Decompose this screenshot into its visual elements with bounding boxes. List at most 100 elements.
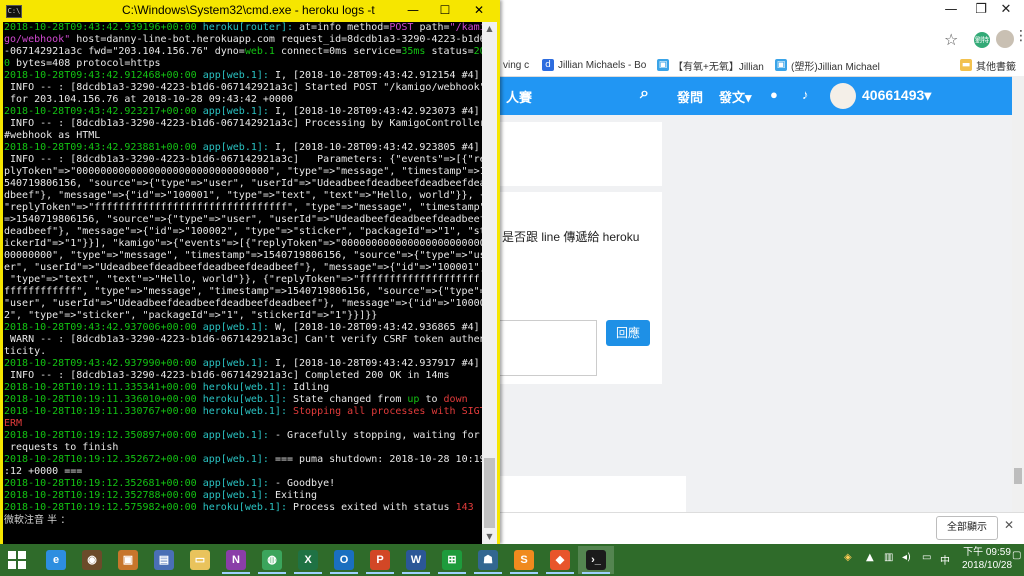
bookmark-item[interactable]: ▬ 其他書籤	[960, 57, 1016, 73]
windows-start-icon[interactable]	[8, 551, 26, 569]
taskbar-app[interactable]: e	[38, 546, 74, 574]
taskbar-app[interactable]: S	[506, 546, 542, 574]
nav-post[interactable]: 發文▾	[719, 87, 752, 106]
close-icon[interactable]: ✕	[988, 0, 1024, 22]
taskbar-app[interactable]: ⊞	[434, 546, 470, 574]
taskbar-app[interactable]: ◆	[542, 546, 578, 574]
minimize-icon[interactable]: —	[936, 0, 966, 22]
bookmark-item[interactable]: ▣ (塑形)Jillian Michael	[775, 57, 880, 73]
console-segment: Idling	[293, 382, 330, 393]
volume-icon[interactable]: ◂)	[902, 552, 911, 563]
cmd-titlebar[interactable]: C:\ C:\Windows\System32\cmd.exe - heroku…	[0, 0, 500, 22]
clock-date: 2018/10/28	[962, 560, 1013, 571]
cmd-window: C:\ C:\Windows\System32\cmd.exe - heroku…	[0, 0, 500, 544]
console-segment: W, [2018-10-28T09:43:42.936865 #4]	[274, 322, 480, 333]
page-scrollbar[interactable]	[1012, 76, 1024, 544]
ime-icon[interactable]: 中	[940, 552, 950, 567]
excel-icon: X	[298, 550, 318, 570]
console-line: 2018-10-28T09:43:42.937006+00:00 app[web…	[4, 322, 482, 334]
console-line: ERM	[4, 418, 482, 430]
chevron-up-icon[interactable]: ▲	[866, 552, 874, 563]
console-segment: - Gracefully stopping, waiting for	[274, 430, 480, 441]
taskbar-app[interactable]: ▣	[110, 546, 146, 574]
console-segment: path=	[413, 22, 450, 33]
console-segment: app[web.1]:	[202, 106, 275, 117]
notification-icon[interactable]: ◈	[844, 552, 852, 563]
bookmark-item[interactable]: ving c	[503, 57, 529, 73]
screen-tool-icon: ▤	[154, 550, 174, 570]
kebab-menu-icon[interactable]: ⋮	[1014, 28, 1024, 44]
close-icon[interactable]: ✕	[1004, 518, 1014, 532]
bookmark-label: (塑形)Jillian Michael	[791, 61, 880, 73]
bookmark-item[interactable]: ▣ 【有氧+无氧】Jillian	[657, 57, 764, 73]
taskbar-app[interactable]: ▤	[146, 546, 182, 574]
console-segment: 2018-10-28T10:19:12.350897+00:00	[4, 430, 203, 441]
console-segment: deadbeef"}, "message"=>{"id"=>"100002", …	[4, 226, 482, 237]
taskbar-app[interactable]: P	[362, 546, 398, 574]
console-icon: C:\	[6, 5, 22, 18]
avatar[interactable]	[830, 83, 856, 109]
console-segment: up	[407, 394, 420, 405]
console-line: INFO -- : [8dcdb1a3-3290-4223-b1d6-06714…	[4, 370, 482, 382]
chat-icon[interactable]: ●	[770, 87, 778, 102]
taskbar-app[interactable]: ◉	[74, 546, 110, 574]
answer-text: 是否跟 line 傳遞給 heroku	[502, 230, 640, 244]
maximize-icon[interactable]: ☐	[430, 1, 460, 21]
search-icon[interactable]: ⌕	[640, 85, 649, 103]
console-line: dbeef"}, "message"=>{"id"=>"100001", "ty…	[4, 190, 482, 202]
taskbar-app[interactable]: X	[290, 546, 326, 574]
close-icon[interactable]: ✕	[460, 1, 498, 21]
network-icon[interactable]: ▥	[884, 552, 893, 563]
console-scrollbar[interactable]: ▲ ▼	[482, 22, 497, 544]
console-segment: down	[443, 394, 468, 405]
folder-icon: ▬	[960, 59, 972, 71]
scrollbar-thumb[interactable]	[1014, 468, 1022, 484]
clock[interactable]: 下午 09:59 2018/10/28	[962, 546, 1012, 572]
taskbar-app[interactable]: ☗	[470, 546, 506, 574]
nav-brand[interactable]: 人賽	[506, 87, 532, 106]
scroll-down-icon[interactable]: ▼	[482, 530, 497, 544]
username: 40661493	[862, 87, 925, 103]
reply-button[interactable]: 回應	[606, 320, 650, 346]
taskbar-app[interactable]: ›_	[578, 546, 614, 574]
console-line: INFO -- : [8dcdb1a3-3290-4223-b1d6-06714…	[4, 82, 482, 94]
console-segment: ickerId"=>"1"}}], "kamigo"=>{"events"=>[…	[4, 238, 482, 249]
running-indicator	[258, 572, 286, 574]
nav-ask[interactable]: 發問	[677, 87, 703, 106]
bookmark-item[interactable]: d Jillian Michaels - Bo	[542, 57, 646, 73]
taskbar-app[interactable]: W	[398, 546, 434, 574]
profile-avatar[interactable]	[996, 30, 1014, 48]
extension-icon[interactable]: 劉特	[974, 32, 990, 48]
user-menu[interactable]: 40661493▾	[862, 87, 931, 104]
scrollbar-thumb[interactable]	[484, 458, 495, 528]
bell-icon[interactable]: ♪	[802, 87, 809, 102]
battery-icon[interactable]: ▭	[922, 552, 931, 563]
console-segment: heroku[web.1]:	[202, 382, 293, 393]
console-line: 2018-10-28T10:19:11.336010+00:00 heroku[…	[4, 394, 482, 406]
console-segment: ffffffffffff", "type"=>"message", "times…	[4, 286, 482, 297]
action-center-icon[interactable]: ▢	[1012, 550, 1021, 561]
answer-card	[500, 192, 662, 310]
console-line: er", "userId"=>"Udeadbeefdeadbeefdeadbee…	[4, 262, 482, 274]
taskbar-app[interactable]: O	[326, 546, 362, 574]
cmd-icon: ›_	[586, 550, 606, 570]
store-icon: ⊞	[442, 550, 462, 570]
console-segment: 2018-10-28T09:43:42.939196+00:00	[4, 22, 203, 33]
console-segment: 2018-10-28T10:19:11.336010+00:00	[4, 394, 203, 405]
bilibili-icon: ▣	[775, 59, 787, 71]
show-all-button[interactable]: 全部顯示	[936, 516, 998, 540]
console-segment: I, [2018-10-28T09:43:42.937917 #4]	[274, 358, 480, 369]
console-segment: 540719806156, "source"=>{"type"=>"user",…	[4, 178, 482, 189]
taskbar-app[interactable]: N	[218, 546, 254, 574]
minimize-icon[interactable]: —	[398, 1, 428, 21]
console-segment: heroku[web.1]:	[202, 406, 293, 417]
running-indicator	[582, 572, 610, 574]
console-output[interactable]: 2018-10-28T09:43:42.939196+00:00 heroku[…	[4, 22, 482, 544]
console-segment: er", "userId"=>"Udeadbeefdeadbeefdeadbee…	[4, 262, 482, 273]
taskbar-app[interactable]: ◍	[254, 546, 290, 574]
reply-textarea[interactable]	[500, 320, 597, 376]
taskbar-app[interactable]: ▭	[182, 546, 218, 574]
scroll-up-icon[interactable]: ▲	[482, 22, 497, 36]
game-icon: ▣	[118, 550, 138, 570]
star-icon[interactable]: ☆	[944, 30, 958, 49]
